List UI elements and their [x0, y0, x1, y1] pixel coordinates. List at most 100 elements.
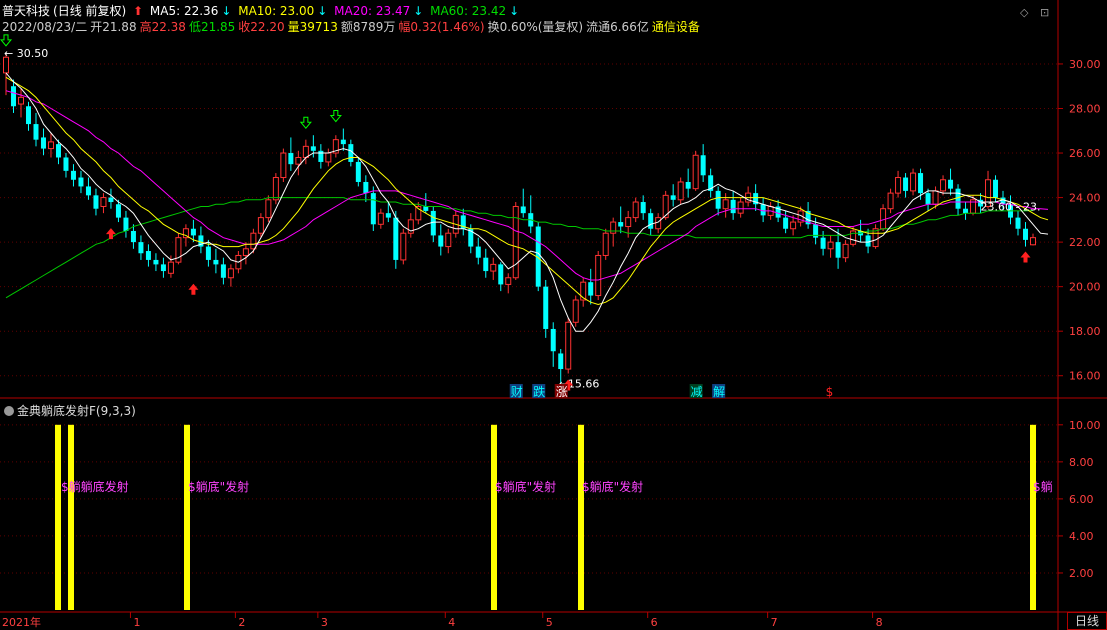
candle-body — [550, 328, 556, 352]
candle-body — [895, 177, 902, 194]
ma5-arrow-icon: ↓ — [221, 4, 232, 18]
candle-body — [520, 206, 526, 214]
candle-body — [78, 177, 84, 187]
price-tick-label: 22.00 — [1069, 236, 1101, 249]
candle-body — [820, 237, 826, 249]
price-tick-label: 24.00 — [1069, 192, 1101, 205]
period-button[interactable]: 日线 — [1067, 612, 1107, 630]
date-label: 2022/08/23/二 — [2, 20, 88, 34]
candle-body — [272, 177, 279, 201]
candle-body — [595, 254, 602, 297]
ma60-label: MA60: 23.42 — [430, 4, 507, 18]
candle-body — [318, 150, 324, 162]
indicator-title[interactable]: 金典躺底发射F(9,3,3) — [4, 402, 136, 419]
diamond-button[interactable]: ◇ — [1020, 6, 1028, 19]
candle-body — [602, 232, 609, 256]
candle-body — [483, 257, 489, 272]
candle-body — [783, 217, 789, 229]
signal-text-label: $躺底"发射 — [582, 479, 643, 494]
event-badge-label: 财 — [511, 385, 523, 399]
candle-body — [932, 190, 939, 205]
candle-body — [925, 193, 931, 205]
time-axis-label: 2 — [238, 616, 245, 629]
candle-body — [692, 154, 699, 190]
candle-body — [220, 264, 226, 278]
ma20-arrow-icon: ↓ — [413, 4, 424, 18]
candle-body — [677, 181, 684, 201]
candle-body — [1023, 228, 1029, 240]
candle-body — [167, 261, 174, 274]
price-tick-label: 16.00 — [1069, 370, 1101, 383]
candle-body — [55, 144, 61, 158]
header-line-2: 2022/08/23/二 开21.88 高22.38 低21.85 收22.20 量397… — [2, 18, 703, 35]
sell-arrow-icon — [0, 34, 13, 47]
candle-body — [700, 155, 706, 176]
sell-arrow-icon — [299, 116, 312, 129]
sector-label[interactable]: 通信设备 — [652, 20, 700, 34]
price-tick-label: 30.00 — [1069, 58, 1101, 71]
ma10-arrow-icon: ↓ — [317, 4, 328, 18]
price-tick-label: 18.00 — [1069, 325, 1101, 338]
signal-bar — [68, 424, 74, 610]
high-price-label: ← 30.50 — [4, 47, 48, 60]
candle-body — [288, 153, 294, 165]
candle-body — [25, 106, 31, 125]
candle-body — [610, 221, 617, 234]
price-tick-label: 28.00 — [1069, 102, 1101, 115]
candle-body — [370, 193, 376, 225]
signal-bar — [578, 424, 584, 610]
candle-body — [160, 264, 166, 272]
turnover-label: 换0.60%(量复权) — [487, 20, 584, 34]
candle-body — [33, 124, 39, 140]
candle-body — [242, 248, 249, 256]
event-badge-label: 跌 — [533, 384, 545, 399]
candle-body — [213, 259, 219, 265]
indicator-tick-label: 10.00 — [1069, 419, 1101, 432]
candle-body — [655, 217, 662, 230]
candle-body — [265, 199, 272, 219]
candle-body — [385, 213, 391, 218]
indicator-menu-icon[interactable] — [4, 406, 14, 416]
signal-text-label: $躺底"发射 — [495, 479, 556, 494]
restore-button[interactable]: ⊡ — [1040, 6, 1049, 19]
right-price-label: 23.60 - 23. — [981, 200, 1041, 213]
period-button-label: 日线 — [1074, 614, 1099, 628]
candle-body — [903, 177, 909, 191]
candle-body — [910, 172, 917, 192]
candle-body — [827, 241, 834, 250]
candle-body — [153, 259, 159, 265]
candle-body — [400, 232, 407, 261]
close-label: 收22.20 — [238, 20, 285, 34]
event-badge-label: $ — [826, 385, 834, 399]
candle-body — [393, 217, 399, 260]
candle-body — [302, 145, 309, 158]
candle-body — [438, 235, 444, 247]
candle-body — [760, 204, 766, 216]
period-label: (日线 前复权) — [53, 4, 127, 18]
up-arrow-icon: ⬆ — [133, 4, 144, 18]
candle-body — [138, 242, 144, 254]
ma5-label: MA5: 22.36 — [149, 4, 219, 18]
candle-body — [445, 232, 452, 248]
candle-body — [205, 246, 211, 260]
candle-body — [70, 170, 76, 180]
candle-body — [63, 157, 69, 171]
signal-bar — [491, 424, 497, 610]
candle-body — [722, 199, 729, 210]
candle-body — [558, 353, 564, 370]
candle-body — [565, 321, 572, 370]
time-axis-label: 5 — [546, 616, 553, 629]
candle-body — [423, 206, 429, 211]
candle-body — [10, 86, 16, 107]
candle-body — [505, 277, 512, 285]
candle-body — [47, 141, 54, 150]
time-axis-label: 2021年 — [2, 615, 41, 629]
candle-body — [250, 232, 257, 250]
ma20-label: MA20: 23.47 — [334, 4, 411, 18]
candle-body — [310, 146, 316, 151]
change-label: 幅0.32(1.46%) — [398, 20, 485, 34]
candle-body — [227, 268, 234, 279]
indicator-tick-label: 2.00 — [1069, 567, 1094, 580]
buy-arrow-icon — [188, 283, 199, 295]
candle-body — [632, 201, 639, 219]
